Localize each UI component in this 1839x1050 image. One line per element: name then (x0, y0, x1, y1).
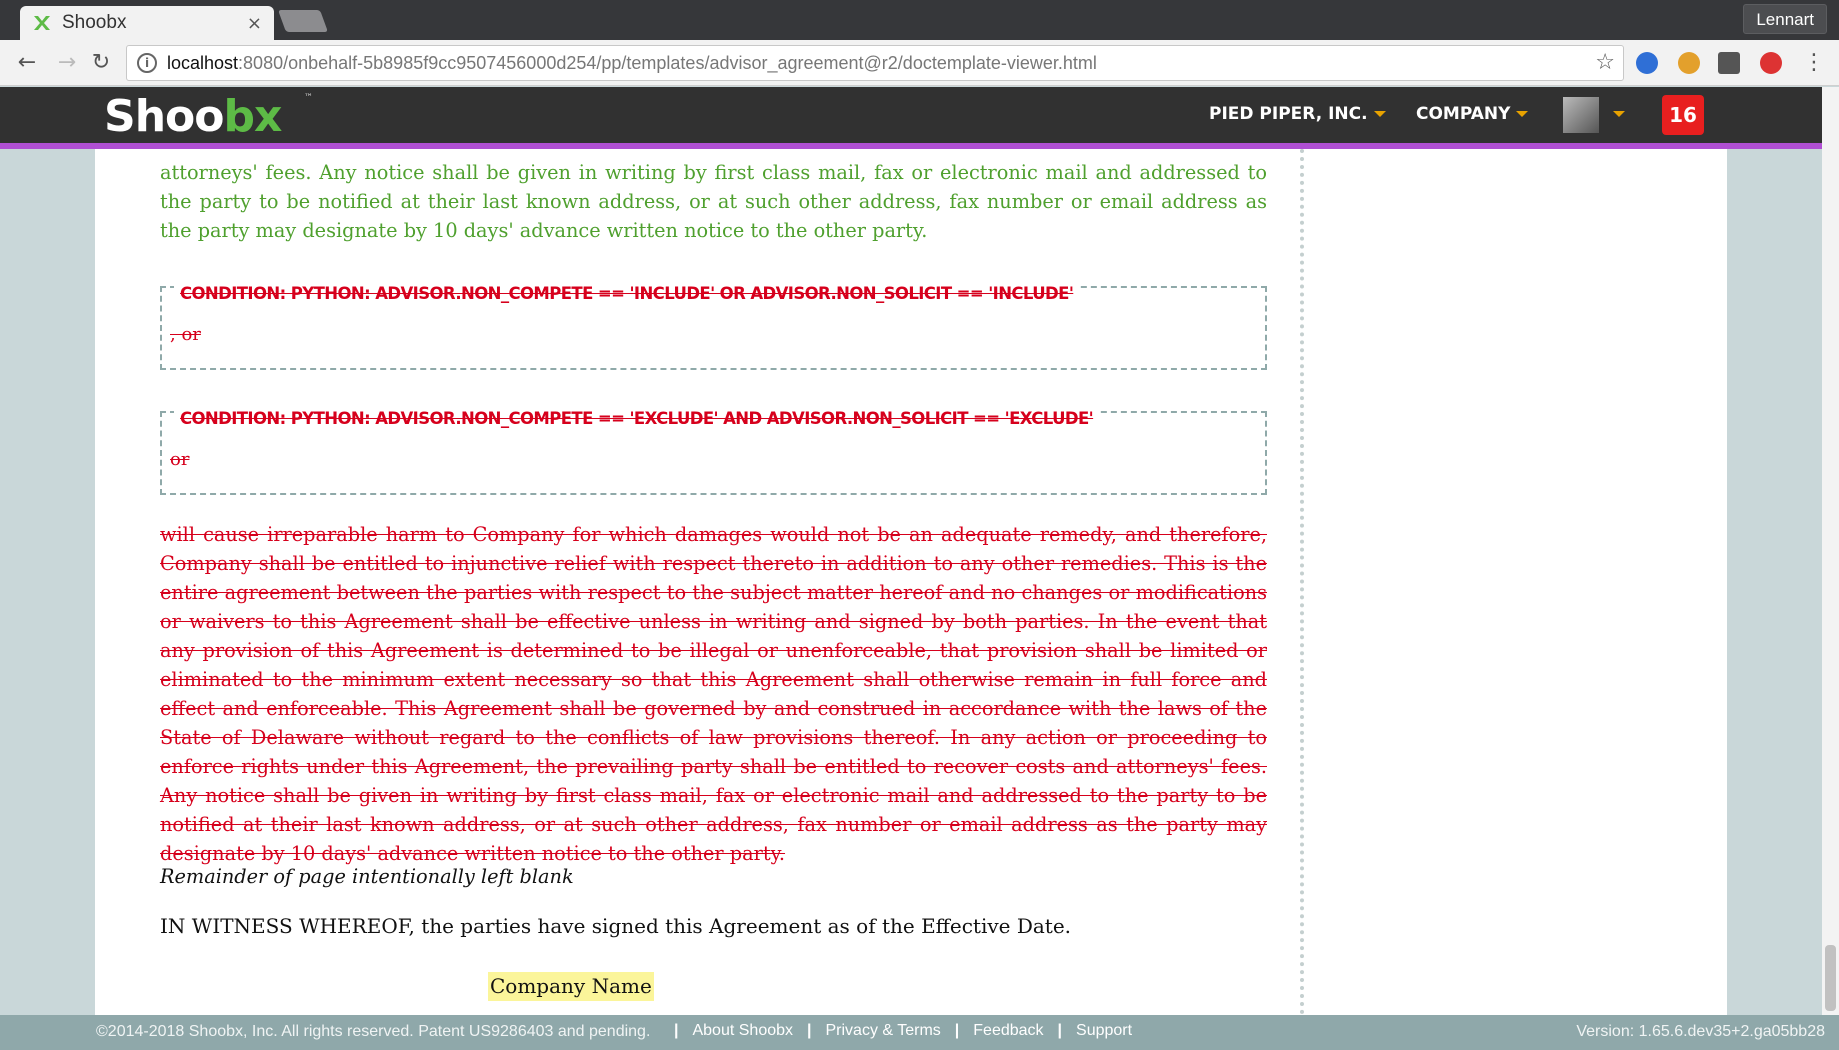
profile-button[interactable]: Lennart (1743, 4, 1827, 34)
document-page: attorneys' fees. Any notice shall be giv… (95, 149, 1727, 1015)
chevron-down-icon (1516, 111, 1529, 117)
version-text: Version: 1.65.6.dev35+2.ga05bb28 (1576, 1023, 1825, 1040)
site-footer: ©2014-2018 Shoobx, Inc. All rights reser… (0, 1015, 1839, 1050)
footer-link-support[interactable]: Support (1076, 1022, 1132, 1040)
trademark-mark: ™ (304, 93, 313, 103)
tab-title: Shoobx (62, 12, 127, 33)
footer-link-feedback[interactable]: Feedback (973, 1022, 1043, 1040)
page-divider (1300, 149, 1304, 1015)
company-switcher-menu[interactable]: PIED PIPER, INC. (1209, 104, 1386, 124)
close-tab-icon[interactable]: × (247, 13, 262, 34)
info-icon[interactable]: i (137, 53, 157, 73)
chevron-down-icon[interactable] (1613, 111, 1625, 117)
extension-badge-icon[interactable] (1760, 52, 1782, 74)
browser-tab-bar: Shoobx × Lennart (0, 0, 1839, 40)
witness-line: IN WITNESS WHEREOF, the parties have sig… (160, 914, 1072, 938)
reload-icon[interactable]: ↻ (86, 48, 116, 78)
footer-separator: | (807, 1022, 812, 1039)
scrollbar-thumb[interactable] (1825, 945, 1836, 1011)
company-name-field[interactable]: Company Name (488, 972, 654, 1001)
footer-link-about[interactable]: About Shoobx (692, 1022, 793, 1040)
green-paragraph: attorneys' fees. Any notice shall be giv… (160, 161, 1267, 242)
condition-text: or (170, 449, 190, 470)
user-avatar[interactable] (1563, 97, 1599, 133)
blank-page-note: Remainder of page intentionally left bla… (160, 865, 574, 888)
forward-arrow-icon[interactable]: → (52, 48, 82, 78)
chevron-down-icon (1373, 111, 1386, 117)
back-arrow-icon[interactable]: ← (12, 48, 42, 78)
page-scrollbar[interactable] (1822, 87, 1839, 1015)
browser-menu-icon[interactable]: ⋮ (1803, 50, 1825, 75)
footer-separator: | (954, 1022, 960, 1039)
condition-label: CONDITION: PYTHON: ADVISOR.NON_COMPETE =… (174, 404, 1100, 433)
shoobx-favicon-icon (34, 16, 50, 30)
app-header: Shoobx ™ PIED PIPER, INC. COMPANY 16 (0, 87, 1822, 143)
browser-tab[interactable]: Shoobx × (20, 6, 274, 40)
condition-label: CONDITION: PYTHON: ADVISOR.NON_COMPETE =… (174, 279, 1080, 308)
footer-separator: | (1057, 1022, 1063, 1039)
condition-box[interactable]: CONDITION: PYTHON: ADVISOR.NON_COMPETE =… (160, 279, 1267, 370)
condition-box[interactable]: CONDITION: PYTHON: ADVISOR.NON_COMPETE =… (160, 404, 1267, 495)
condition-text: , or (170, 324, 201, 345)
copyright-text: ©2014-2018 Shoobx, Inc. All rights reser… (96, 1023, 651, 1040)
footer-separator: | (674, 1022, 679, 1039)
company-nav-menu[interactable]: COMPANY (1416, 104, 1529, 124)
shoobx-logo[interactable]: Shoobx (104, 91, 282, 142)
extension-cookie-icon[interactable] (1678, 52, 1700, 74)
footer-link-privacy[interactable]: Privacy & Terms (826, 1022, 941, 1040)
notification-badge[interactable]: 16 (1662, 95, 1704, 135)
footer-links: | About Shoobx | Privacy & Terms | Feedb… (660, 1022, 1132, 1040)
new-tab-button[interactable] (277, 10, 329, 32)
url-text: localhost:8080/onbehalf-5b8985f9cc950745… (167, 52, 1097, 73)
struck-paragraph: will cause irreparable harm to Company f… (160, 523, 1267, 865)
extension-rocket-icon[interactable] (1718, 52, 1740, 74)
bookmark-star-icon[interactable]: ☆ (1595, 50, 1615, 75)
address-bar[interactable]: i localhost:8080/onbehalf-5b8985f9cc9507… (126, 45, 1624, 81)
extension-globe-icon[interactable] (1636, 52, 1658, 74)
browser-toolbar: ← → ↻ i localhost:8080/onbehalf-5b8985f9… (0, 40, 1839, 86)
